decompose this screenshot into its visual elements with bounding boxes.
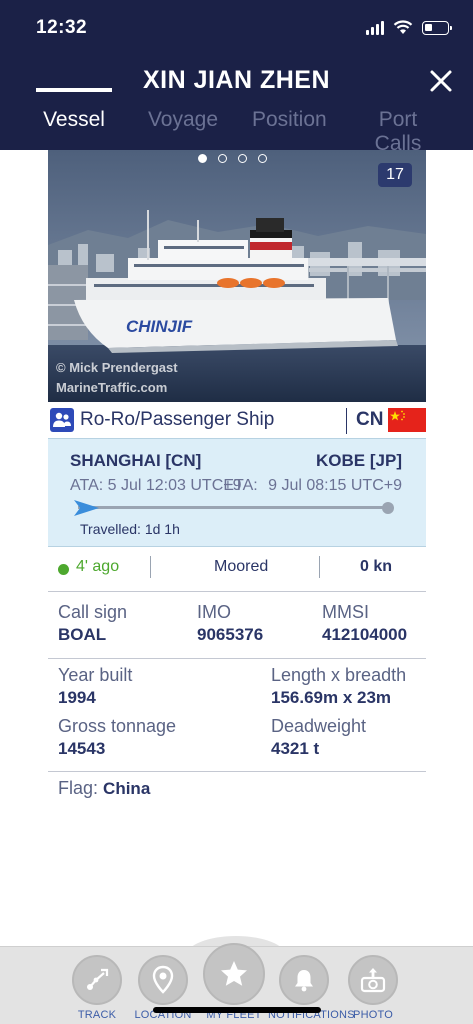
flag-value: China: [103, 779, 151, 798]
close-icon: [430, 70, 452, 92]
tab-bar: Vessel Voyage Position Port Calls: [0, 104, 473, 155]
active-tab-indicator: [36, 88, 112, 92]
photo-credit: © Mick Prendergast: [56, 360, 178, 375]
tab-voyage[interactable]: Voyage: [146, 108, 220, 132]
deadweight-label: Deadweight: [271, 716, 367, 736]
china-flag-icon: [388, 408, 426, 432]
ata-value: 5 Jul 12:03 UTC+9: [107, 477, 242, 494]
tab-port-calls[interactable]: Port Calls: [360, 108, 436, 156]
flag-code: CN: [356, 409, 384, 430]
divider: [48, 591, 426, 592]
photo-count-badge[interactable]: 17: [378, 163, 412, 187]
home-indicator[interactable]: [153, 1007, 321, 1013]
voyage-progress-bar: [78, 506, 390, 509]
star-icon: [203, 943, 265, 1005]
eta-label: ETA:: [223, 477, 258, 494]
vessel-header: XIN JIAN ZHEN Vessel Voyage Position Por…: [0, 56, 473, 155]
departure-port[interactable]: SHANGHAI [CN]: [70, 451, 201, 471]
ata-label: ATA:: [70, 477, 104, 494]
destination-marker-icon: [382, 502, 394, 514]
status-time: 12:32: [36, 17, 88, 38]
year-built-value: 1994: [58, 688, 96, 707]
wifi-icon: [393, 20, 413, 34]
carousel-dot[interactable]: [238, 154, 247, 163]
vessel-type: Ro-Ro/Passenger Ship: [80, 409, 275, 430]
nav-track-label: TRACK: [77, 1009, 117, 1021]
call-sign-value: BOAL: [58, 625, 107, 644]
cellular-signal-icon: [366, 20, 384, 35]
eta-row: ETA: 9 Jul 08:15 UTC+9: [223, 477, 402, 495]
imo-value: 9065376: [197, 625, 264, 644]
ata-row: ATA: 5 Jul 12:03 UTC+9: [70, 477, 242, 495]
travelled-time: Travelled: 1d 1h: [80, 521, 180, 537]
carousel-dot-active[interactable]: [198, 154, 207, 163]
destination-port[interactable]: KOBE [JP]: [316, 451, 402, 471]
navigation-status: Moored: [214, 558, 269, 575]
mmsi-value: 412104000: [322, 625, 408, 644]
route-icon: [72, 955, 122, 1005]
voyage-position-arrow-icon: [74, 500, 99, 516]
vessel-speed: 0 kn: [359, 558, 392, 575]
flag-label: Flag:: [58, 778, 99, 798]
camera-upload-icon: [348, 955, 398, 1005]
voyage-summary[interactable]: SHANGHAI [CN] KOBE [JP] ATA: 5 Jul 12:03…: [48, 438, 426, 547]
passenger-ship-icon: [50, 408, 74, 432]
location-pin-icon: [138, 955, 188, 1005]
year-built-label: Year built: [58, 665, 133, 685]
divider: [48, 658, 426, 659]
carousel-dot[interactable]: [218, 154, 227, 163]
hull-name-text: CHINJIF: [126, 317, 193, 336]
divider: [48, 771, 426, 772]
close-button[interactable]: [421, 64, 461, 100]
divider: [346, 408, 347, 434]
divider: [150, 556, 151, 578]
deadweight-value: 4321 t: [271, 739, 320, 758]
call-sign-label: Call sign: [58, 602, 128, 622]
vessel-status-row: 4' ago Moored 0 kn: [48, 548, 426, 590]
photo-carousel-dots[interactable]: [198, 154, 267, 163]
imo-label: IMO: [197, 602, 231, 622]
carousel-dot[interactable]: [258, 154, 267, 163]
online-status-icon: [58, 564, 69, 575]
status-icons: [366, 20, 452, 35]
dimensions-label: Length x breadth: [271, 665, 407, 685]
dimensions-value: 156.69m x 23m: [271, 688, 392, 707]
nav-photo[interactable]: PHOTO: [337, 955, 409, 1021]
nav-track[interactable]: TRACK: [61, 955, 133, 1021]
gross-tonnage-value: 14543: [58, 739, 106, 758]
last-seen: 4' ago: [76, 558, 120, 575]
bell-icon: [279, 955, 329, 1005]
tab-vessel[interactable]: Vessel: [36, 108, 112, 132]
vessel-type-row: Ro-Ro/Passenger Ship CN: [48, 404, 426, 437]
vessel-photo[interactable]: CHINJIF 17 © Mick Prendergast MarineTraf…: [48, 150, 426, 402]
photo-source: MarineTraffic.com: [56, 380, 168, 395]
mmsi-label: MMSI: [322, 602, 369, 622]
nav-photo-label: PHOTO: [353, 1009, 393, 1021]
flag-row: Flag: China: [58, 778, 150, 799]
eta-value: 9 Jul 08:15 UTC+9: [268, 477, 402, 494]
divider: [319, 556, 320, 578]
gross-tonnage-label: Gross tonnage: [58, 716, 177, 736]
battery-icon: [422, 20, 452, 35]
status-bar: 12:32: [0, 0, 473, 56]
tab-position[interactable]: Position: [252, 108, 327, 132]
